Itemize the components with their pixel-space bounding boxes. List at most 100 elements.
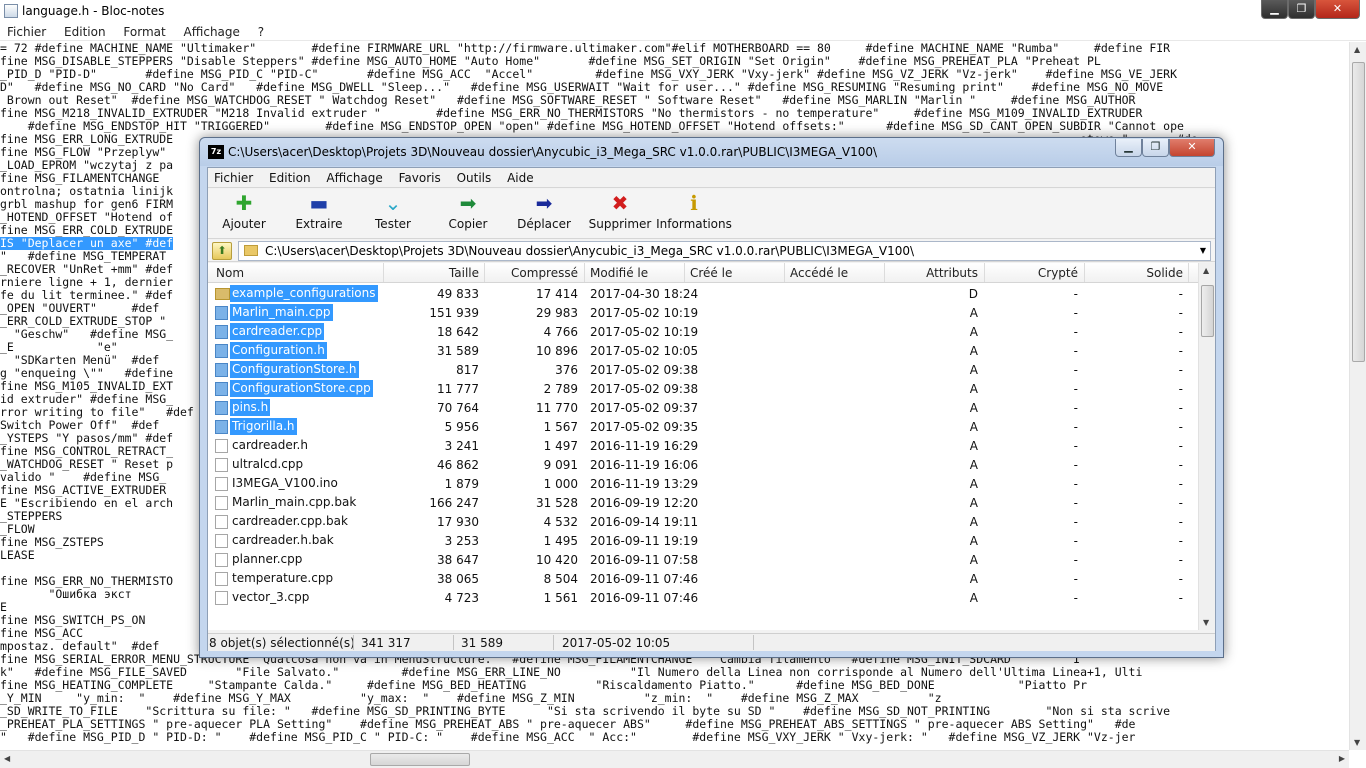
file-packed-size: 11 770 [536,401,578,415]
file-modified: 2016-09-14 19:11 [590,515,699,529]
column-header-encrypted[interactable]: Crypté [984,266,1078,280]
scroll-right-icon[interactable]: ▶ [1339,754,1345,763]
text-line: _PREHEAT_PLA_SETTINGS " pre-aquecer PLA … [0,718,1136,731]
path-input[interactable]: C:\Users\acer\Desktop\Projets 3D\Nouveau… [238,241,1211,261]
menu-affichage[interactable]: Affichage [320,168,388,185]
extract-button[interactable]: ▬ Extraire [291,191,347,237]
file-row[interactable]: ConfigurationStore.cpp 11 777 2 789 2017-05… [208,379,1198,398]
menu-fichier[interactable]: Fichier [208,168,259,185]
file-encrypted: - [1073,420,1078,434]
notepad-title-bar[interactable]: language.h - Bloc-notes [0,0,1366,22]
maximize-button[interactable]: ❐ [1142,139,1169,157]
file-row[interactable]: Trigorilla.h 5 956 1 567 2017-05-02 09:35 A -… [208,417,1198,436]
address-bar: ⬆ C:\Users\acer\Desktop\Projets 3D\Nouve… [208,240,1215,262]
column-header-packed[interactable]: Compressé [484,266,578,280]
file-packed-size: 10 896 [536,344,578,358]
column-header-attributes[interactable]: Attributs [884,266,978,280]
file-row[interactable]: ConfigurationStore.h 817 376 2017-05-02 09:… [208,360,1198,379]
file-name: cardreader.h [232,438,308,452]
delete-button[interactable]: ✖ Supprimer [588,191,652,237]
file-solid: - [1178,458,1183,472]
copy-button[interactable]: ➡ Copier [443,191,493,237]
file-row[interactable]: cardreader.h.bak 3 253 1 495 2016-09-11 19:… [208,531,1198,550]
menu-affichage[interactable]: Affichage [177,22,247,39]
file-list-vertical-scrollbar[interactable]: ▲ ▼ [1198,263,1215,630]
file-row[interactable]: Marlin_main.cpp.bak 166 247 31 528 2016-09-… [208,493,1198,512]
move-icon: ➡ [535,191,553,215]
close-button[interactable]: ✕ [1169,139,1215,157]
minimize-button[interactable]: ▁ [1261,0,1288,19]
file-row[interactable]: cardreader.h 3 241 1 497 2016-11-19 16:29 A -… [208,436,1198,455]
file-packed-size: 9 091 [543,458,578,472]
notepad-horizontal-scrollbar[interactable]: ◀ ▶ [0,750,1349,768]
maximize-button[interactable]: ❐ [1288,0,1315,19]
menu-format[interactable]: Format [116,22,172,39]
notepad-menu-bar: Fichier Edition Format Affichage ? [0,22,1366,41]
file-solid: - [1178,439,1183,453]
file-size: 151 939 [429,306,479,320]
add-icon: ✚ [235,191,253,215]
file-row[interactable]: I3MEGA_V100.ino 1 879 1 000 2016-11-19 13:2… [208,474,1198,493]
column-header-size[interactable]: Taille [383,266,479,280]
minimize-button[interactable]: ▁ [1115,139,1142,157]
column-header-name[interactable]: Nom [216,266,244,280]
move-button[interactable]: ➡ Déplacer [514,191,574,237]
column-header-accessed[interactable]: Accédé le [790,266,848,280]
scroll-thumb[interactable] [1352,62,1365,362]
info-button[interactable]: ℹ Informations [656,191,732,237]
scroll-thumb[interactable] [370,753,470,766]
file-size: 17 930 [437,515,479,529]
file-row[interactable]: planner.cpp 38 647 10 420 2016-09-11 07:58 A… [208,550,1198,569]
file-row[interactable]: ultralcd.cpp 46 862 9 091 2016-11-19 16:06 A… [208,455,1198,474]
menu-favoris[interactable]: Favoris [393,168,447,185]
add-button[interactable]: ✚ Ajouter [216,191,272,237]
file-solid: - [1178,496,1183,510]
menu-edition[interactable]: Edition [263,168,317,185]
scroll-left-icon[interactable]: ◀ [4,754,10,763]
file-encrypted: - [1073,496,1078,510]
sevenzip-title-bar[interactable]: 7z C:\Users\acer\Desktop\Projets 3D\Nouv… [200,138,1223,166]
file-row[interactable]: Marlin_main.cpp 151 939 29 983 2017-05-02 1… [208,303,1198,322]
file-solid: - [1178,363,1183,377]
close-button[interactable]: ✕ [1315,0,1360,19]
column-header-modified[interactable]: Modifié le [590,266,648,280]
scroll-down-icon[interactable]: ▼ [1354,738,1360,747]
menu-edition[interactable]: Edition [57,22,113,39]
file-icon [215,420,228,434]
file-packed-size: 1 497 [543,439,578,453]
text-line: Brown out Reset" #define MSG_WATCHDOG_RE… [0,94,1136,107]
file-row[interactable]: pins.h 70 764 11 770 2017-05-02 09:37 A - - [208,398,1198,417]
file-row[interactable]: example_configurations 49 833 17 414 2017-0… [208,284,1198,303]
notepad-vertical-scrollbar[interactable]: ▲ ▼ [1349,42,1366,750]
file-encrypted: - [1073,401,1078,415]
sevenzip-menu-bar: Fichier Edition Affichage Favoris Outils… [208,168,1215,188]
file-packed-size: 4 766 [543,325,578,339]
menu-help[interactable]: ? [251,22,271,39]
test-button[interactable]: ⌄ Tester [368,191,418,237]
file-row[interactable]: cardreader.cpp.bak 17 930 4 532 2016-09-14 … [208,512,1198,531]
column-header-created[interactable]: Créé le [690,266,732,280]
file-row[interactable]: Configuration.h 31 589 10 896 2017-05-02 10… [208,341,1198,360]
file-icon [215,534,228,548]
menu-fichier[interactable]: Fichier [0,22,53,39]
file-row[interactable]: cardreader.cpp 18 642 4 766 2017-05-02 10:1… [208,322,1198,341]
file-packed-size: 31 528 [536,496,578,510]
status-selection: 8 objet(s) sélectionné(s) [209,636,355,650]
chevron-down-icon[interactable]: ▼ [1200,242,1206,260]
file-modified: 2016-09-19 12:20 [590,496,699,510]
up-folder-button[interactable]: ⬆ [212,242,232,260]
file-encrypted: - [1073,363,1078,377]
scroll-down-icon[interactable]: ▼ [1203,618,1209,627]
file-attributes: A [969,382,978,396]
scroll-thumb[interactable] [1201,285,1214,337]
menu-aide[interactable]: Aide [501,168,540,185]
file-row[interactable]: vector_3.cpp 4 723 1 561 2016-09-11 07:46 A -… [208,588,1198,607]
scroll-up-icon[interactable]: ▲ [1354,45,1360,54]
file-solid: - [1178,591,1183,605]
file-list-header: Nom Taille Compressé Modifié le Créé le … [208,263,1198,283]
file-row[interactable]: temperature.cpp 38 065 8 504 2016-09-11 07:… [208,569,1198,588]
menu-outils[interactable]: Outils [451,168,498,185]
scroll-up-icon[interactable]: ▲ [1203,266,1209,275]
file-attributes: A [969,515,978,529]
column-header-solid[interactable]: Solide [1084,266,1183,280]
